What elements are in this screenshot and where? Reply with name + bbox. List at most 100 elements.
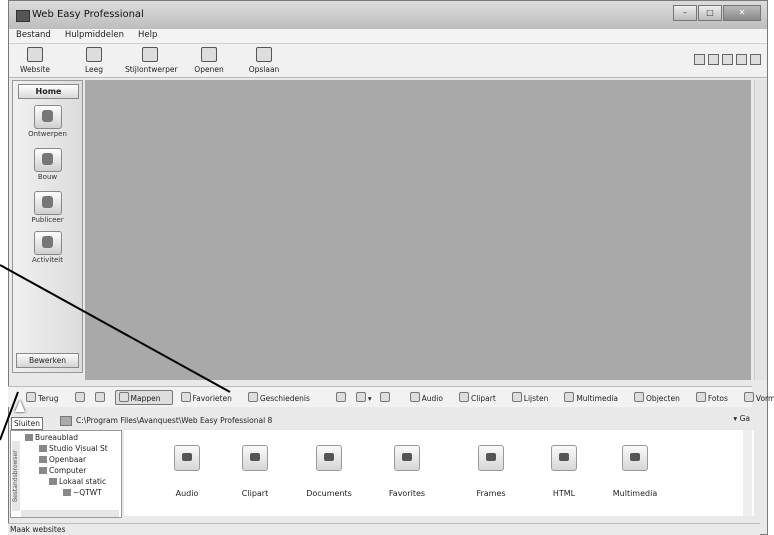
up-folder-icon bbox=[94, 391, 105, 402]
maximize-button[interactable]: □ bbox=[698, 5, 722, 21]
status-bar: Maak websites bbox=[8, 523, 760, 535]
category-label: Clipart bbox=[470, 393, 496, 403]
category-multimedia[interactable]: Multimedia bbox=[564, 391, 626, 403]
objects-icon bbox=[634, 391, 645, 402]
tree-node-label: Openbaar bbox=[49, 455, 87, 464]
page-icon[interactable] bbox=[722, 54, 733, 65]
favorites-label: Favorieten bbox=[192, 393, 232, 403]
file-item-html[interactable]: HTML bbox=[529, 445, 599, 498]
file-item-label: Audio bbox=[175, 489, 199, 498]
workspace-canvas bbox=[85, 80, 751, 380]
clock-icon bbox=[247, 391, 258, 402]
tree-node-public[interactable]: Openbaar bbox=[39, 455, 86, 464]
details-button[interactable] bbox=[379, 391, 392, 403]
bewerken-button[interactable]: Bewerken bbox=[16, 353, 79, 368]
path-input[interactable]: C:\Program Files\Avanquest\Web Easy Prof… bbox=[76, 416, 272, 425]
history-button[interactable]: Geschiedenis bbox=[247, 391, 318, 403]
category-clipart[interactable]: Clipart bbox=[458, 391, 504, 403]
title-bar: Web Easy Professional – □ ✕ bbox=[9, 1, 767, 29]
openen-button[interactable]: Openen bbox=[192, 47, 226, 74]
tree-node-label: Studio Visual St bbox=[49, 444, 108, 453]
go-button[interactable]: ▾ Ga bbox=[733, 414, 750, 423]
file-item-audio[interactable]: Audio bbox=[152, 445, 222, 498]
folder-icon bbox=[39, 456, 47, 463]
website-button[interactable]: Website bbox=[20, 47, 50, 74]
design-icon bbox=[33, 105, 62, 129]
style-designer-icon bbox=[142, 47, 158, 62]
app-icon bbox=[16, 10, 30, 22]
file-item-favorites[interactable]: Favorites bbox=[372, 445, 442, 498]
multimedia-icon bbox=[564, 391, 575, 402]
search-icon[interactable] bbox=[736, 54, 747, 65]
category-vorm[interactable]: Vorm bbox=[743, 391, 774, 403]
favorites-button[interactable]: Favorieten bbox=[180, 391, 240, 403]
sidebar-item-publiceer[interactable]: Publiceer bbox=[13, 191, 82, 224]
window-title: Web Easy Professional bbox=[32, 9, 144, 20]
tree-node-label: Bureaublad bbox=[35, 433, 78, 442]
sidebar-item-label: Bouw bbox=[37, 173, 58, 181]
leeg-button[interactable]: Leeg bbox=[79, 47, 109, 74]
help-icon[interactable] bbox=[750, 54, 761, 65]
tree-node-label: Computer bbox=[49, 466, 87, 475]
file-item-frames[interactable]: Frames bbox=[456, 445, 526, 498]
category-objecten[interactable]: Objecten bbox=[634, 391, 688, 403]
tree-node-label: ~QTWT bbox=[73, 488, 102, 497]
sidebar-item-bouw[interactable]: Bouw bbox=[13, 148, 82, 181]
up-button[interactable] bbox=[94, 391, 107, 403]
sidebar-item-activiteit[interactable]: Activiteit bbox=[13, 231, 82, 264]
category-lijsten[interactable]: Lijsten bbox=[511, 391, 557, 403]
file-item-documents[interactable]: Documents bbox=[294, 445, 364, 498]
opslaan-button[interactable]: Opslaan bbox=[247, 47, 281, 74]
folder-icon bbox=[60, 415, 72, 426]
audio-icon bbox=[409, 391, 420, 402]
favorites-folder-icon bbox=[394, 445, 420, 471]
tree-node-computer[interactable]: Computer bbox=[39, 466, 86, 475]
file-item-label: Frames bbox=[476, 489, 506, 498]
file-list: Audio Clipart Documents Favorites Frames… bbox=[124, 430, 754, 516]
vertical-scrollbar[interactable] bbox=[754, 80, 767, 380]
sidebar-item-label: Ontwerpen bbox=[28, 130, 67, 138]
tree-node-label: Lokaal static bbox=[59, 477, 107, 486]
stijlontwerper-button[interactable]: Stijlontwerper bbox=[125, 47, 178, 74]
menu-help[interactable]: Help bbox=[131, 29, 164, 43]
browser-side-label: Bestandsbrowser bbox=[12, 441, 20, 511]
folder-tree: Bestandsbrowser Bureaublad Studio Visual… bbox=[10, 430, 122, 518]
new-folder-button[interactable] bbox=[335, 391, 348, 403]
book-icon[interactable] bbox=[708, 54, 719, 65]
leeg-label: Leeg bbox=[84, 65, 104, 74]
back-button[interactable]: Terug bbox=[26, 391, 67, 403]
clipart-icon bbox=[458, 391, 469, 402]
menu-bestand[interactable]: Bestand bbox=[9, 29, 58, 43]
close-tooltip: Sluiten bbox=[11, 417, 43, 430]
sidebar-item-label: Publiceer bbox=[31, 216, 64, 224]
tree-horizontal-scrollbar[interactable] bbox=[21, 510, 119, 517]
category-fotos[interactable]: Fotos bbox=[695, 391, 736, 403]
menu-hulpmiddelen[interactable]: Hulpmiddelen bbox=[58, 29, 131, 43]
minimize-button[interactable]: – bbox=[673, 5, 697, 21]
publish-icon bbox=[33, 191, 62, 215]
file-item-clipart[interactable]: Clipart bbox=[220, 445, 290, 498]
tree-node-studio[interactable]: Studio Visual St bbox=[39, 444, 108, 453]
sidebar-item-label: Activiteit bbox=[31, 256, 64, 264]
file-list-scrollbar[interactable] bbox=[743, 430, 752, 516]
view-button[interactable]: ▾ bbox=[355, 391, 372, 403]
forward-button[interactable] bbox=[74, 391, 87, 403]
save-icon bbox=[256, 47, 272, 62]
home-button[interactable]: Home bbox=[18, 84, 79, 99]
tree-node-qtwt[interactable]: ~QTWT bbox=[63, 488, 102, 497]
menu-bar: Bestand Hulpmiddelen Help bbox=[9, 29, 767, 44]
category-label: Objecten bbox=[646, 393, 680, 403]
category-audio[interactable]: Audio bbox=[409, 391, 451, 403]
print-icon[interactable] bbox=[694, 54, 705, 65]
clipart-folder-icon bbox=[242, 445, 268, 471]
tree-node-desktop[interactable]: Bureaublad bbox=[25, 433, 78, 442]
close-button[interactable]: ✕ bbox=[723, 5, 761, 21]
folders-button[interactable]: Mappen bbox=[114, 389, 173, 405]
file-item-multimedia[interactable]: Multimedia bbox=[600, 445, 670, 498]
category-label: Vorm bbox=[755, 393, 774, 403]
tree-node-local[interactable]: Lokaal static bbox=[49, 477, 106, 486]
mouse-cursor-icon bbox=[15, 400, 25, 412]
main-toolbar: Website Leeg Stijlontwerper Openen Opsla… bbox=[9, 44, 767, 78]
audio-folder-icon bbox=[174, 445, 200, 471]
sidebar-item-ontwerpen[interactable]: Ontwerpen bbox=[13, 105, 82, 138]
